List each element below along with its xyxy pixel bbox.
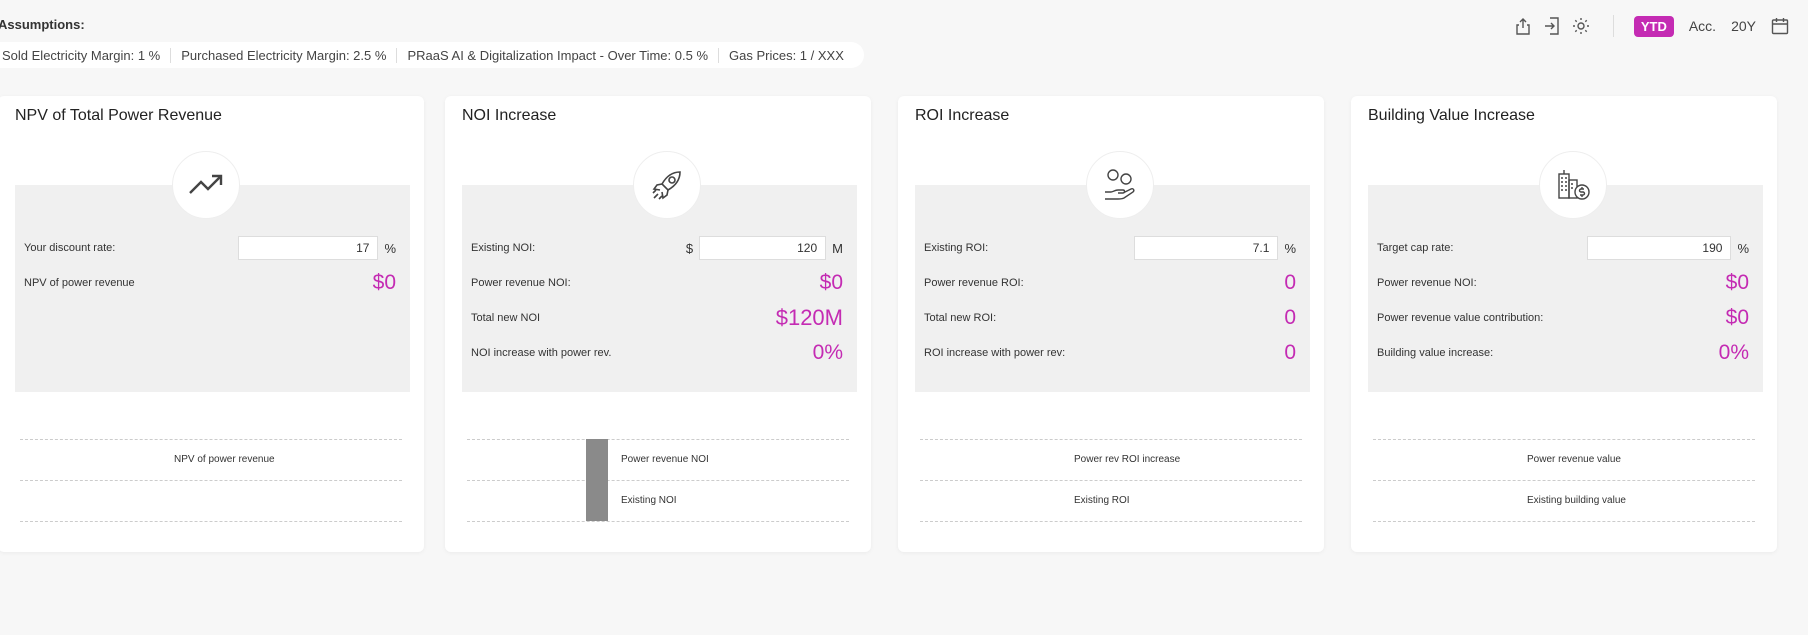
power-noi-chart-label: Power revenue NOI xyxy=(621,454,709,465)
cap-rate-label: Target cap rate: xyxy=(1377,242,1454,254)
npv-chart: NPV of power revenue xyxy=(20,439,402,522)
building-increase-row: Building value increase: 0% xyxy=(1377,341,1757,365)
gridline xyxy=(1373,480,1755,481)
period-acc-button[interactable]: Acc. xyxy=(1689,18,1716,34)
power-roi-value: 0 xyxy=(1284,271,1296,294)
existing-noi-bar xyxy=(586,439,608,521)
total-roi-value: 0 xyxy=(1284,306,1296,329)
existing-roi-row: Existing ROI: 7.1 % xyxy=(924,236,1304,260)
existing-noi-label: Existing NOI: xyxy=(471,242,536,254)
card-noi-title: NOI Increase xyxy=(462,107,557,124)
existing-noi-unit: M xyxy=(832,240,843,256)
building-dollar-icon xyxy=(1539,151,1607,219)
building-power-noi-value: $0 xyxy=(1725,271,1749,294)
building-chart: Power revenue value Existing building va… xyxy=(1373,439,1755,522)
discount-rate-label: Your discount rate: xyxy=(24,242,116,254)
existing-noi-input[interactable]: 120 xyxy=(699,236,827,260)
calendar-icon[interactable] xyxy=(1770,16,1790,36)
npv-label: NPV of power revenue xyxy=(24,277,135,289)
power-roi-row: Power revenue ROI: 0 xyxy=(924,271,1304,295)
hand-coins-icon xyxy=(1086,151,1154,219)
building-increase-label: Building value increase: xyxy=(1377,347,1494,359)
npv-chart-label: NPV of power revenue xyxy=(174,454,275,465)
period-20y-button[interactable]: 20Y xyxy=(1731,18,1756,34)
discount-rate-input[interactable]: 17 xyxy=(238,236,379,260)
share-icon[interactable] xyxy=(1513,16,1533,36)
login-icon[interactable] xyxy=(1542,16,1562,36)
gridline xyxy=(1373,521,1755,522)
period-ytd-button[interactable]: YTD xyxy=(1633,15,1674,37)
discount-rate-row: Your discount rate: 17 % xyxy=(24,236,404,260)
existing-value-chart-label: Existing building value xyxy=(1527,495,1626,506)
assumption-purchased-margin: Purchased Electricity Margin: 2.5 % xyxy=(170,47,396,63)
value-contribution-value: $0 xyxy=(1725,306,1749,329)
existing-noi-row: Existing NOI: $ 120 M xyxy=(471,236,851,260)
roi-increase-row: ROI increase with power rev: 0 xyxy=(924,341,1304,365)
existing-roi-input[interactable]: 7.1 xyxy=(1134,236,1279,260)
total-roi-label: Total new ROI: xyxy=(924,312,997,324)
toolbar: YTD Acc. 20Y xyxy=(1504,14,1790,38)
roi-increase-value: 0 xyxy=(1284,341,1296,364)
cap-rate-row: Target cap rate: 190 % xyxy=(1377,236,1757,260)
existing-noi-chart-label: Existing NOI xyxy=(621,495,677,506)
gridline xyxy=(467,439,849,440)
power-roi-label: Power revenue ROI: xyxy=(924,277,1024,289)
cap-rate-input[interactable]: 190 xyxy=(1587,236,1732,260)
toolbar-divider xyxy=(1612,15,1614,37)
gridline xyxy=(20,521,402,522)
cap-rate-unit: % xyxy=(1737,240,1749,256)
gridline xyxy=(920,521,1302,522)
building-power-noi-label: Power revenue NOI: xyxy=(1377,277,1477,289)
assumptions-title: Assumptions: xyxy=(0,17,85,32)
card-building: Building Value Increase Target cap rate:… xyxy=(1351,96,1777,552)
existing-roi-unit: % xyxy=(1284,240,1296,256)
noi-chart: Power revenue NOI Existing NOI xyxy=(467,439,849,522)
total-noi-value: $120M xyxy=(775,305,843,330)
building-increase-value: 0% xyxy=(1718,341,1749,364)
power-noi-value: $0 xyxy=(819,271,843,294)
power-noi-row: Power revenue NOI: $0 xyxy=(471,271,851,295)
gridline xyxy=(920,439,1302,440)
settings-icon[interactable] xyxy=(1571,16,1591,36)
assumption-ai-impact: PRaaS AI & Digitalization Impact - Over … xyxy=(396,47,718,63)
existing-roi-chart-label: Existing ROI xyxy=(1074,495,1130,506)
power-value-chart-label: Power revenue value xyxy=(1527,454,1621,465)
noi-increase-value: 0% xyxy=(812,341,843,364)
total-noi-label: Total new NOI xyxy=(471,312,541,324)
total-roi-row: Total new ROI: 0 xyxy=(924,306,1304,330)
power-noi-label: Power revenue NOI: xyxy=(471,277,571,289)
existing-noi-currency: $ xyxy=(685,240,694,256)
noi-increase-row: NOI increase with power rev. 0% xyxy=(471,341,851,365)
assumptions-bar: Sold Electricity Margin: 1 % Purchased E… xyxy=(0,42,864,68)
total-noi-row: Total new NOI $120M xyxy=(471,305,851,330)
noi-increase-label: NOI increase with power rev. xyxy=(471,347,612,359)
roi-increase-label: ROI increase with power rev: xyxy=(924,347,1066,359)
card-roi-title: ROI Increase xyxy=(915,107,1010,124)
value-contribution-label: Power revenue value contribution: xyxy=(1377,312,1544,324)
building-power-noi-row: Power revenue NOI: $0 xyxy=(1377,271,1757,295)
card-npv-title: NPV of Total Power Revenue xyxy=(15,107,222,124)
gridline xyxy=(467,480,849,481)
card-building-title: Building Value Increase xyxy=(1368,107,1535,124)
roi-chart: Power rev ROI increase Existing ROI xyxy=(920,439,1302,522)
assumption-sold-margin: Sold Electricity Margin: 1 % xyxy=(2,47,161,63)
card-npv: NPV of Total Power Revenue Your discount… xyxy=(0,96,424,552)
value-contribution-row: Power revenue value contribution: $0 xyxy=(1377,306,1757,330)
npv-row: NPV of power revenue $0 xyxy=(24,271,404,295)
card-roi: ROI Increase Existing ROI: 7.1 % Power r… xyxy=(898,96,1324,552)
rocket-icon xyxy=(633,151,701,219)
assumption-gas-prices: Gas Prices: 1 / XXX xyxy=(718,47,854,63)
gridline xyxy=(20,439,402,440)
gridline xyxy=(20,480,402,481)
trending-up-icon xyxy=(172,151,240,219)
gridline xyxy=(467,521,849,522)
npv-value: $0 xyxy=(372,271,396,294)
discount-rate-unit: % xyxy=(384,240,396,256)
gridline xyxy=(920,480,1302,481)
existing-roi-label: Existing ROI: xyxy=(924,242,989,254)
gridline xyxy=(1373,439,1755,440)
power-roi-chart-label: Power rev ROI increase xyxy=(1074,454,1181,465)
card-noi: NOI Increase Existing NOI: $ 120 M Power… xyxy=(445,96,871,552)
